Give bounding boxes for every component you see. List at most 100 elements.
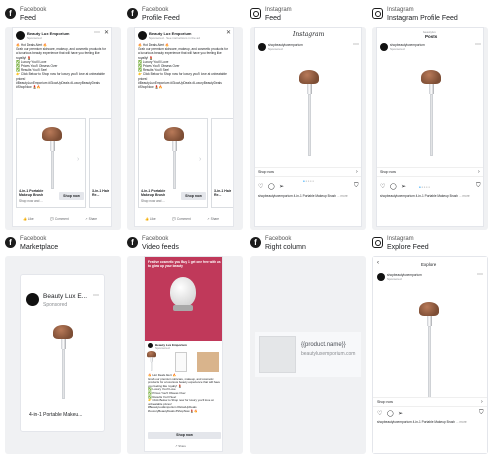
ig-caption: shopbeautyluxemporium 4-in-1 Portable Ma… [258, 194, 348, 198]
video-frame[interactable]: Festive cosmetic you Buy 1 get one free … [145, 257, 222, 341]
comment-button[interactable]: 💬 Comment [172, 217, 191, 221]
facebook-icon: f [5, 8, 16, 19]
comment-icon[interactable]: ◯ [268, 183, 275, 190]
close-icon[interactable]: ✕ [226, 30, 231, 36]
product-image [53, 325, 73, 399]
placement-name: Right column [265, 244, 306, 251]
shop-now-button[interactable]: Shop now [148, 432, 221, 439]
carousel-arrow-right-icon[interactable]: › [199, 156, 201, 163]
more-options-icon[interactable]: ⋯ [94, 30, 100, 36]
placement-instagram-explore-feed: Instagram Explore Feed [372, 236, 488, 258]
shop-now-button[interactable]: Shop now [59, 192, 84, 200]
placement-facebook-marketplace: f Facebook Marketplace [5, 236, 121, 258]
share-icon[interactable]: ➢ [279, 183, 284, 190]
thumb-brush [147, 351, 156, 371]
more-options-icon[interactable]: ⋯ [93, 293, 99, 299]
more-link[interactable]: ... more [337, 194, 348, 198]
pagination-dots: ●●●●● [303, 179, 315, 183]
preview-panel: Beauty Lux Emporium Sponsored ⋯ ✕ 🔥 Hot … [5, 27, 121, 230]
product-egg-base [173, 305, 193, 311]
platform-name: Instagram [265, 7, 292, 13]
fb-post-card: Beauty Lux Emporium Sponsored ⋯ ✕ 🔥 Hot … [12, 27, 112, 227]
shop-now-label: Shop now [380, 170, 396, 174]
sponsored-label: Sponsored [268, 47, 283, 51]
pagination-dots: ●●●●● [419, 185, 431, 189]
bookmark-icon[interactable]: ⛉ [479, 410, 484, 417]
preview-panel: Beauty Lux E... Sponsored ⋯ 4-in-1 Porta… [5, 256, 121, 454]
heart-icon[interactable]: ♡ [377, 410, 382, 417]
preview-panel: Instagram shopbeautyluxemporium Sponsore… [250, 27, 366, 230]
sponsored-label: Sponsored [155, 346, 170, 350]
placement-header: Instagram Feed [250, 7, 366, 29]
sponsored-label: Sponsored [43, 302, 68, 308]
carousel-card-1[interactable]: 4-in-1 Portable Makeup Brush Shop now Sh… [138, 118, 208, 208]
share-icon[interactable]: ➢ [398, 410, 403, 417]
sponsored-label: Sponsored [390, 47, 405, 51]
placement-name: Explore Feed [387, 244, 429, 251]
share-button[interactable]: ↗ Share [175, 444, 186, 448]
product-image [421, 70, 441, 156]
comment-button[interactable]: 💬 Comment [50, 217, 69, 221]
avatar [26, 293, 39, 306]
chevron-right-icon: › [478, 169, 480, 175]
comment-icon[interactable]: ◯ [390, 183, 397, 190]
avatar [258, 43, 266, 51]
carousel-card-2[interactable]: 3-in-1 Hair Re... [89, 118, 111, 208]
avatar [380, 43, 388, 51]
instagram-logo: Instagram [293, 31, 325, 38]
product-name: {{product.name}} [301, 342, 346, 348]
shop-now-and-more: Shop now and ... [141, 199, 165, 203]
profile-posts-label: Posts [425, 34, 438, 39]
more-options-icon[interactable]: ⋯ [475, 42, 481, 48]
chevron-right-icon: › [481, 399, 483, 405]
more-link[interactable]: ... more [459, 194, 470, 198]
heart-icon[interactable]: ♡ [380, 183, 385, 190]
placement-header: Instagram Explore Feed [372, 236, 488, 258]
avatar [377, 273, 385, 281]
fb-post-card: Beauty Lux Emporium Sponsored · See inst… [134, 27, 234, 227]
ig-explore-card: ‹ Explore shopbeautyluxemporium Sponsore… [372, 256, 488, 454]
shop-now-bar[interactable]: Shop now › [377, 167, 483, 177]
marketplace-card[interactable]: Beauty Lux E... Sponsored ⋯ 4-in-1 Porta… [20, 274, 105, 432]
product-image [299, 70, 319, 156]
bookmark-icon[interactable]: ⛉ [476, 183, 481, 190]
placement-name: Video feeds [142, 244, 179, 251]
instagram-icon [372, 8, 383, 19]
brand-name: Beauty Lux E... [43, 293, 88, 300]
platform-name: Facebook [20, 236, 47, 242]
placement-header: Instagram Instagram Profile Feed [372, 7, 488, 29]
bookmark-icon[interactable]: ⛉ [354, 183, 359, 190]
heart-icon[interactable]: ♡ [258, 183, 263, 190]
shop-now-bar[interactable]: Shop now › [373, 397, 487, 407]
placement-instagram-feed: Instagram Feed [250, 7, 366, 29]
carousel-arrow-right-icon[interactable]: › [77, 156, 79, 163]
placement-header: f Facebook Video feeds [127, 236, 243, 258]
carousel-card-1[interactable]: 4-in-1 Portable Makeup Brush Shop now Sh… [16, 118, 86, 208]
comment-icon[interactable]: ◯ [387, 410, 394, 417]
more-options-icon[interactable]: ⋯ [353, 42, 359, 48]
share-button[interactable]: ↗ Share [85, 217, 97, 221]
ig-profile-post-card: beautylux Posts shopbeautyluxemporium Sp… [376, 27, 484, 227]
product-title: 4-in-1 Portable Makeup Brush [19, 189, 44, 198]
close-icon[interactable]: ✕ [104, 30, 109, 36]
placement-name: Feed [265, 15, 281, 22]
share-button[interactable]: ↗ Share [207, 217, 219, 221]
carousel-card-2[interactable]: 3-in-1 Hair Re... [211, 118, 233, 208]
video-card: Festive cosmetic you Buy 1 get one free … [144, 256, 223, 452]
shop-now-bar[interactable]: Shop now › [255, 167, 361, 177]
like-button[interactable]: 👍 Like [23, 217, 34, 221]
shop-now-button[interactable]: Shop now [181, 192, 206, 200]
shop-now-label: Shop now [377, 400, 393, 404]
like-button[interactable]: 👍 Like [145, 217, 156, 221]
post-text: 🔥 Hot Deals Alert 🔥 Grab our premium ski… [148, 373, 220, 413]
thumb-2 [175, 352, 187, 372]
back-arrow-icon[interactable]: ‹ [377, 260, 379, 266]
share-icon[interactable]: ➢ [401, 183, 406, 190]
shop-now-label: Shop now [258, 170, 274, 174]
more-link[interactable]: ... more [456, 420, 467, 424]
right-column-ad[interactable]: {{product.name}} beautyluxemporium.com [255, 332, 361, 377]
product-title-2: 3-in-1 Hair Re... [214, 189, 232, 198]
platform-name: Instagram [387, 236, 414, 242]
more-options-icon[interactable]: ⋯ [477, 272, 483, 278]
ig-caption: shopbeautyluxemporium 4-in-1 Portable Ma… [380, 194, 470, 198]
